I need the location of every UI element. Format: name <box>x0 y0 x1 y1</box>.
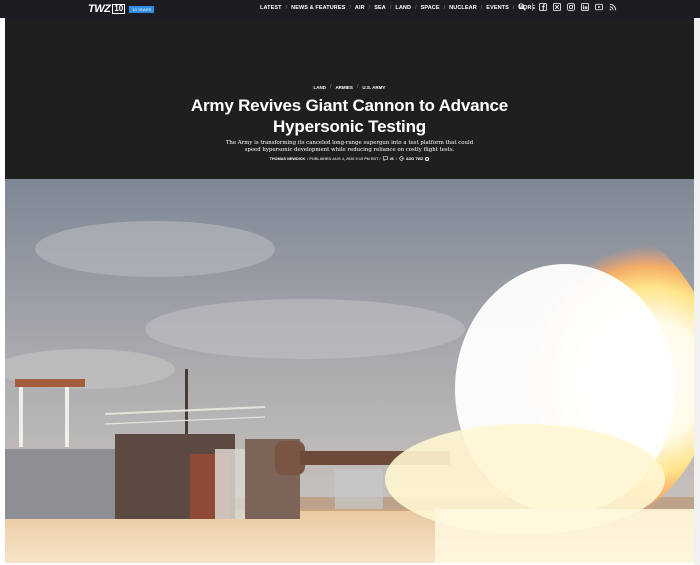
nav-separator: / <box>285 5 288 11</box>
article-hero: LAND / ARMIES / U.S. ARMY Army Revives G… <box>5 18 694 179</box>
nav-separator: / <box>368 5 371 11</box>
nav-latest[interactable]: LATEST <box>260 5 282 11</box>
nav-separator: / <box>512 5 515 11</box>
facebook-icon[interactable] <box>539 3 547 11</box>
nav-land[interactable]: LAND <box>395 5 411 11</box>
rss-icon[interactable] <box>609 3 617 11</box>
byline: THOMAS NEWDICK / PUBLISHED AUG 4, 2026 9… <box>5 156 694 162</box>
x-icon[interactable] <box>553 3 561 11</box>
add-source-button[interactable]: ADD TWZ <box>406 157 424 161</box>
author-link[interactable]: THOMAS NEWDICK <box>270 157 306 161</box>
article-header: LAND / ARMIES / U.S. ARMY Army Revives G… <box>5 84 694 162</box>
nav-nuclear[interactable]: NUCLEAR <box>449 5 477 11</box>
publish-date: / PUBLISHED AUG 4, 2026 9:15 PM EDT / <box>307 156 381 161</box>
breadcrumb-land[interactable]: LAND <box>314 85 327 90</box>
info-icon[interactable] <box>425 156 430 161</box>
site-header: TWZ 10 10 YEARS LATEST / NEWS & FEATURES… <box>0 0 700 18</box>
nav-separator: / <box>480 5 483 11</box>
nav-separator: / <box>415 5 417 11</box>
cannon-firing-photo <box>5 179 694 563</box>
nav-separator: / <box>349 5 351 11</box>
breadcrumb: LAND / ARMIES / U.S. ARMY <box>5 84 694 90</box>
article-dek: The Army is transforming its canceled lo… <box>225 140 474 153</box>
hero-image <box>5 179 694 563</box>
anniversary-badge: 10 YEARS <box>129 5 155 13</box>
header-icons <box>518 3 617 11</box>
nav-news-features[interactable]: NEWS & FEATURES <box>291 5 345 11</box>
nav-separator: / <box>443 5 446 11</box>
comment-icon[interactable] <box>382 156 388 162</box>
nav-separator: / <box>389 5 392 11</box>
nav-sea[interactable]: SEA <box>374 5 386 11</box>
nav-air[interactable]: AIR <box>355 5 365 11</box>
nav-space[interactable]: SPACE <box>421 5 440 11</box>
nav-events[interactable]: EVENTS <box>486 5 509 11</box>
instagram-icon[interactable] <box>567 3 575 11</box>
breadcrumb-separator: / <box>356 84 359 90</box>
breadcrumb-us-army[interactable]: U.S. ARMY <box>362 85 385 90</box>
site-logo[interactable]: TWZ 10 10 YEARS <box>88 3 155 15</box>
google-icon <box>399 156 404 161</box>
icon-divider <box>532 3 533 11</box>
search-icon[interactable] <box>518 3 526 11</box>
comment-count[interactable]: 26 <box>390 157 394 161</box>
article-title: Army Revives Giant Cannon to Advance Hyp… <box>190 96 509 136</box>
youtube-icon[interactable] <box>595 3 603 11</box>
page-scrollbar[interactable] <box>694 18 700 565</box>
logo-wordmark: TWZ <box>88 3 111 15</box>
byline-separator: / <box>395 156 397 161</box>
logo-number: 10 <box>112 4 126 14</box>
breadcrumb-separator: / <box>330 84 332 90</box>
linkedin-icon[interactable] <box>581 3 589 11</box>
main-nav: LATEST / NEWS & FEATURES / AIR / SEA / L… <box>260 5 535 11</box>
breadcrumb-armies[interactable]: ARMIES <box>335 85 353 90</box>
